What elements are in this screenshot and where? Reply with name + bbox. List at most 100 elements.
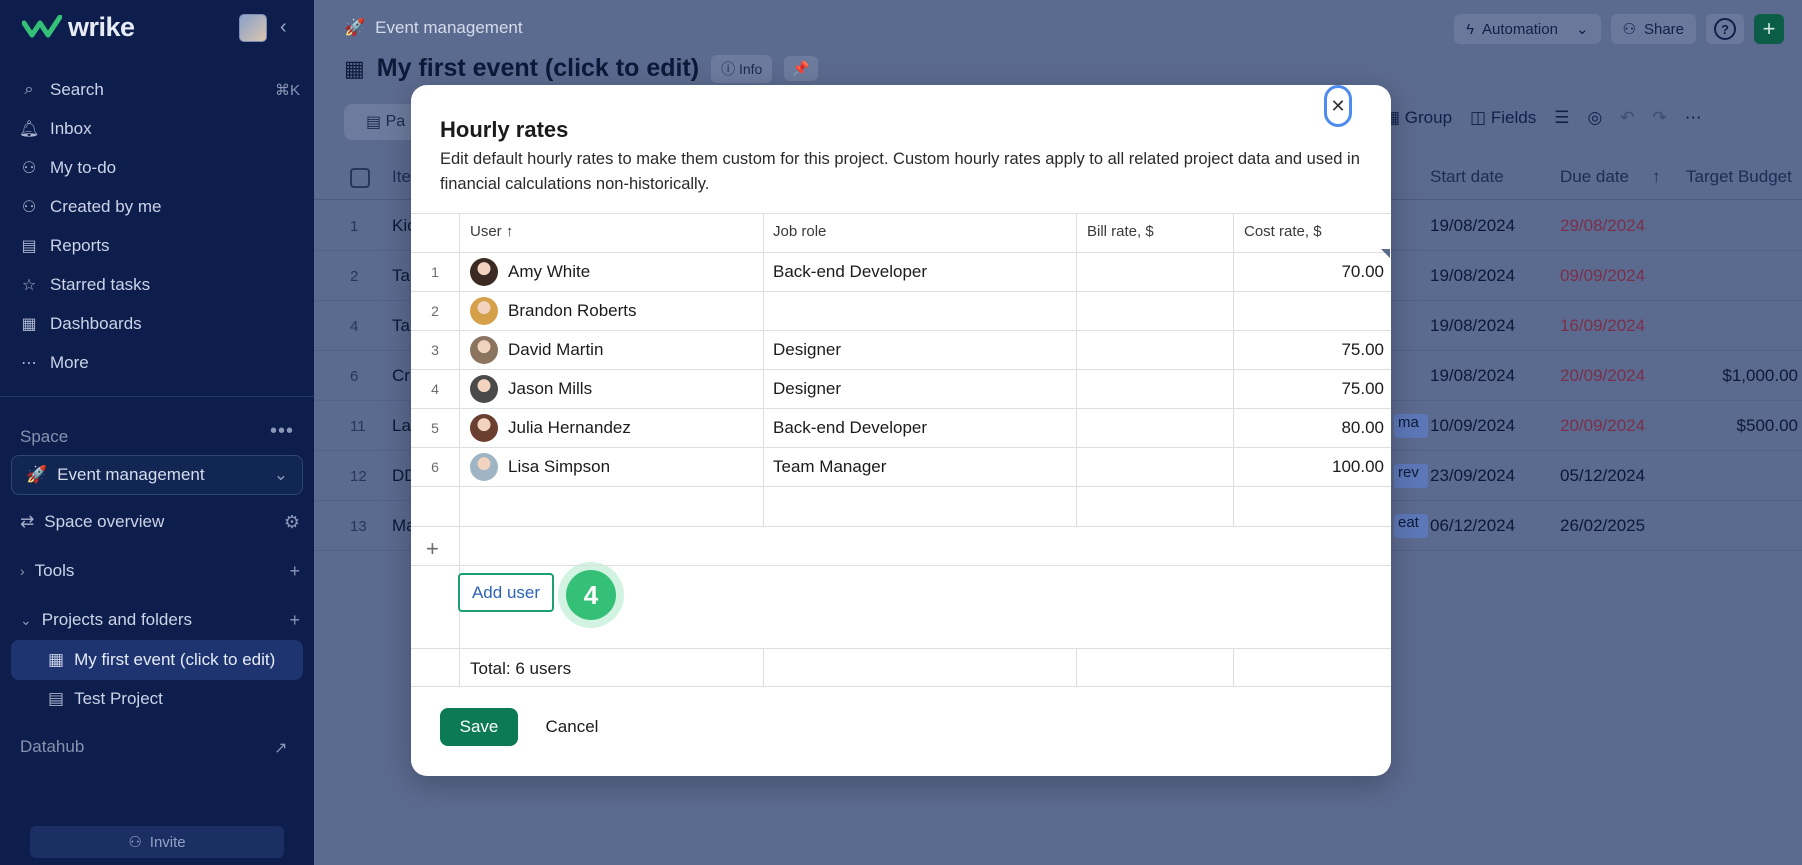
info-button[interactable]: ⓘ Info [711, 54, 773, 83]
column-start-date[interactable]: Start date [1430, 167, 1504, 187]
user-cell[interactable]: Jason Mills [470, 375, 592, 403]
job-role-cell[interactable]: Designer [773, 379, 841, 399]
create-button[interactable]: + [1754, 14, 1784, 44]
star-icon: ☆ [21, 276, 37, 294]
table-row[interactable]: 6 Lisa Simpson Team Manager 100.00 [411, 448, 1391, 486]
search-icon: ⌕ [24, 80, 34, 98]
user-cell[interactable]: Amy White [470, 258, 590, 286]
row-number: 5 [431, 420, 439, 436]
add-user-button[interactable]: Add user [458, 573, 554, 612]
sort-up-icon[interactable]: ↑ [1652, 167, 1661, 187]
user-cell[interactable]: Brandon Roberts [470, 297, 637, 325]
due-date: 20/09/2024 [1560, 416, 1646, 435]
user-cell[interactable]: Julia Hernandez [470, 414, 631, 442]
header-user[interactable]: User ↑ [470, 223, 513, 240]
column-target-budget[interactable]: Target Budget [1686, 167, 1792, 187]
space-overview-item[interactable]: ⇄ Space overview ⚙ [20, 503, 300, 541]
table-row[interactable]: 2 Brandon Roberts [411, 292, 1391, 330]
sidebar-item-search[interactable]: ⌕ Search ⌘K [20, 70, 300, 109]
cost-rate-cell[interactable]: 75.00 [1234, 340, 1384, 360]
page-title[interactable]: ▦ My first event (click to edit) ⓘ Info … [344, 54, 818, 83]
bill-rate-cell[interactable] [1087, 301, 1227, 321]
row-number: 4 [350, 318, 359, 335]
invite-button[interactable]: ⚇ Invite [30, 826, 284, 858]
sidebar-item-test-project[interactable]: ▤ Test Project [48, 680, 298, 718]
bill-rate-cell[interactable] [1087, 262, 1227, 282]
row-number: 2 [350, 268, 359, 285]
automation-button[interactable]: ϟ Automation ⌄ [1454, 14, 1601, 44]
avatar [470, 297, 498, 325]
help-button[interactable]: ? [1706, 14, 1744, 44]
add-tool-icon[interactable]: + [289, 561, 300, 582]
job-role-cell[interactable]: Back-end Developer [773, 418, 927, 438]
tools-item[interactable]: › Tools + [20, 552, 300, 590]
cost-rate-cell[interactable]: 100.00 [1234, 457, 1384, 477]
column-due-date[interactable]: Due date [1560, 167, 1629, 187]
person-check-icon: ⚇ [21, 159, 37, 177]
table-row[interactable]: 1 Amy White Back-end Developer 70.00 [411, 253, 1391, 291]
table-row[interactable]: 4 Jason Mills Designer 75.00 [411, 370, 1391, 408]
cost-rate-cell[interactable]: 75.00 [1234, 379, 1384, 399]
sidebar-divider [0, 396, 314, 397]
fields-button[interactable]: ◫ Fields [1470, 108, 1536, 128]
bill-rate-cell[interactable] [1087, 457, 1227, 477]
wrike-logo[interactable]: wrike [22, 12, 135, 43]
sidebar-item-dashboards[interactable]: ▦ Dashboards [20, 304, 300, 343]
pin-icon[interactable]: 📌 [784, 56, 818, 81]
sidebar-item-reports[interactable]: ▤ Reports [20, 226, 300, 265]
add-row-plus-icon[interactable]: + [426, 536, 439, 562]
header-job-role[interactable]: Job role [773, 223, 826, 240]
sidebar-item-starred-tasks[interactable]: ☆ Starred tasks [20, 265, 300, 304]
table-row[interactable]: 3 David Martin Designer 75.00 [411, 331, 1391, 369]
user-avatar[interactable] [239, 14, 267, 42]
sidebar-item-my-first-event[interactable]: ▦ My first event (click to edit) [48, 641, 298, 679]
external-link-icon[interactable]: ↗ [274, 738, 287, 758]
header-bill-rate[interactable]: Bill rate, $ [1087, 223, 1154, 240]
redo-icon[interactable]: ↷ [1653, 108, 1667, 128]
space-selector[interactable]: 🚀 Event management ⌄ [11, 455, 303, 495]
user-cell[interactable]: Lisa Simpson [470, 453, 610, 481]
cost-rate-cell[interactable]: 70.00 [1234, 262, 1384, 282]
status-tag: rev [1394, 464, 1428, 488]
sidebar-item-inbox[interactable]: 🔔︎ Inbox [19, 109, 300, 148]
space-more-icon[interactable]: ••• [270, 420, 294, 443]
globe-icon[interactable]: ◎ [1587, 108, 1602, 128]
cancel-button[interactable]: Cancel [533, 708, 611, 746]
gear-icon[interactable]: ⚙ [284, 512, 300, 533]
task-name: La [392, 416, 411, 435]
datahub-label[interactable]: Datahub [20, 737, 84, 757]
table-row[interactable]: 5 Julia Hernandez Back-end Developer 80.00 [411, 409, 1391, 447]
page-title-text: My first event (click to edit) [376, 54, 700, 82]
share-button[interactable]: ⚇ Share [1610, 14, 1696, 44]
select-all-checkbox[interactable] [350, 168, 370, 188]
bill-rate-cell[interactable] [1087, 418, 1227, 438]
user-cell[interactable]: David Martin [470, 336, 603, 364]
projects-folders-item[interactable]: ⌄ Projects and folders + [20, 601, 300, 639]
job-role-cell[interactable]: Team Manager [773, 457, 886, 477]
close-icon: ✕ [1330, 95, 1346, 116]
cost-rate-cell[interactable]: 80.00 [1234, 418, 1384, 438]
due-date: 26/02/2025 [1560, 516, 1646, 535]
undo-icon[interactable]: ↶ [1620, 108, 1634, 128]
chevron-down-icon[interactable]: ⌄ [1576, 20, 1589, 38]
save-button[interactable]: Save [440, 708, 518, 746]
group-button[interactable]: ▦ Group [1384, 108, 1452, 128]
close-button[interactable]: ✕ [1324, 85, 1352, 127]
bill-rate-cell[interactable] [1087, 340, 1227, 360]
breadcrumb[interactable]: 🚀 Event management [344, 18, 523, 38]
header-cost-rate[interactable]: Cost rate, $ [1244, 223, 1322, 240]
sidebar-item-more[interactable]: ⋯ More [20, 343, 300, 382]
add-project-icon[interactable]: + [289, 610, 300, 631]
layout-icon[interactable]: ☰ [1554, 108, 1569, 128]
avatar [470, 453, 498, 481]
job-role-cell[interactable]: Back-end Developer [773, 262, 927, 282]
sidebar-item-created-by-me[interactable]: ⚇ Created by me [20, 187, 300, 226]
bill-rate-cell[interactable] [1087, 379, 1227, 399]
sidebar-item-my-to-do[interactable]: ⚇ My to-do [20, 148, 300, 187]
collapse-sidebar-icon[interactable]: ‹ [280, 16, 287, 39]
more-icon[interactable]: ⋯ [1685, 108, 1702, 128]
share-label: Share [1643, 20, 1684, 38]
hourly-rates-table: User ↑ Job role Bill rate, $ Cost rate, … [411, 213, 1391, 687]
job-role-cell[interactable]: Designer [773, 340, 841, 360]
column-item[interactable]: Ite [392, 167, 411, 187]
